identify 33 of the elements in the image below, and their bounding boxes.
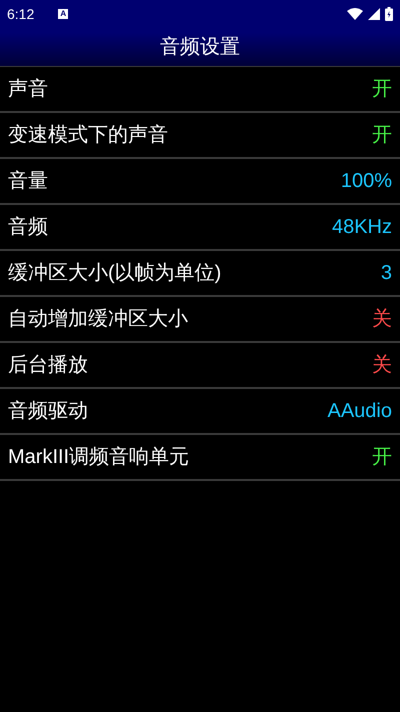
settings-row[interactable]: 后台播放 关 <box>0 343 400 389</box>
setting-value: 3 <box>380 261 392 286</box>
setting-label: 音频驱动 <box>8 399 88 424</box>
settings-row[interactable]: 音频驱动 AAudio <box>0 389 400 435</box>
wifi-icon <box>347 8 363 20</box>
setting-label: 变速模式下的声音 <box>8 123 168 148</box>
settings-row[interactable]: 变速模式下的声音 开 <box>0 113 400 159</box>
settings-row[interactable]: 缓冲区大小(以帧为单位) 3 <box>0 251 400 297</box>
setting-value: AAudio <box>328 399 392 424</box>
setting-value: 开 <box>372 445 392 470</box>
signal-icon <box>368 8 380 20</box>
setting-label: 音量 <box>8 169 48 194</box>
setting-value: 48KHz <box>332 215 392 240</box>
setting-value: 关 <box>372 353 392 378</box>
setting-label: 自动增加缓冲区大小 <box>8 307 188 332</box>
page-title: 音频设置 <box>160 35 240 60</box>
setting-value: 100% <box>340 169 392 194</box>
settings-row[interactable]: MarkIII调频音响单元 开 <box>0 435 400 481</box>
setting-value: 关 <box>372 307 392 332</box>
battery-icon <box>385 7 393 21</box>
status-time: 6:12 <box>7 4 34 24</box>
setting-label: MarkIII调频音响单元 <box>8 445 190 470</box>
settings-row[interactable]: 音频 48KHz <box>0 205 400 251</box>
notification-icon: A <box>58 9 68 19</box>
setting-label: 声音 <box>8 77 48 102</box>
setting-label: 缓冲区大小(以帧为单位) <box>8 261 222 286</box>
setting-label: 音频 <box>8 215 48 240</box>
setting-value: 开 <box>372 77 392 102</box>
setting-value: 开 <box>372 123 392 148</box>
settings-row[interactable]: 声音 开 <box>0 67 400 113</box>
setting-label: 后台播放 <box>8 353 88 378</box>
settings-row[interactable]: 自动增加缓冲区大小 关 <box>0 297 400 343</box>
settings-row[interactable]: 音量 100% <box>0 159 400 205</box>
